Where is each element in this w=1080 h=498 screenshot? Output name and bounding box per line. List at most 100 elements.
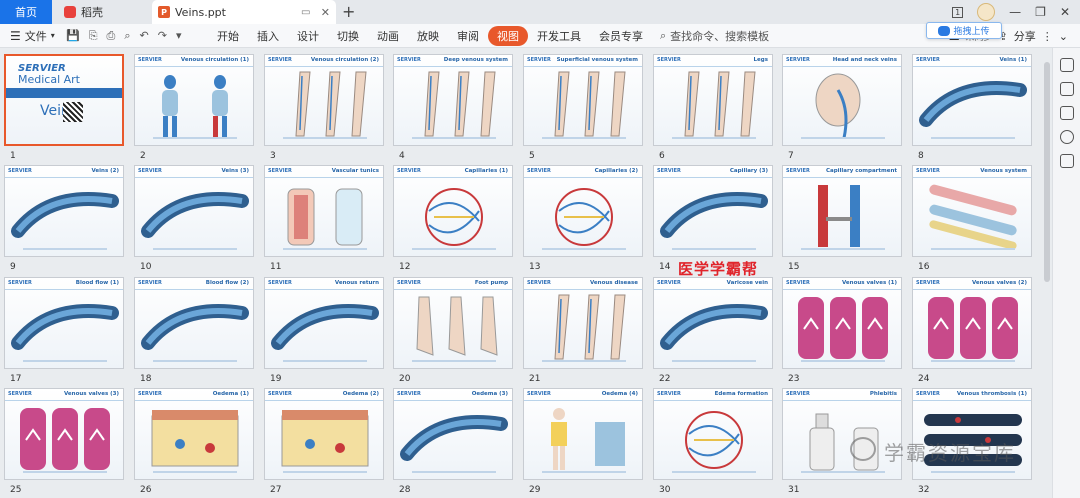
slide-title: Capillaries (2) bbox=[594, 168, 638, 174]
redo-icon[interactable]: ↷ bbox=[158, 29, 167, 43]
slide-number: 27 bbox=[270, 485, 282, 495]
slide-thumbnail[interactable]: SERVIER Venous thrombosis (1) bbox=[912, 388, 1032, 480]
tab-home[interactable]: 首页 bbox=[0, 0, 52, 24]
slide-brand: SERVIER bbox=[397, 168, 421, 174]
slide-thumbnail[interactable]: SERVIER Vascular tunics bbox=[264, 165, 384, 257]
slide-thumbnail[interactable]: SERVIER Venous disease bbox=[523, 277, 643, 369]
slide-thumbnail[interactable]: SERVIER Capillaries (1) bbox=[393, 165, 513, 257]
slide-thumbnail[interactable]: SERVIER Veins (1) bbox=[912, 54, 1032, 146]
slide-thumbnail[interactable]: SERVIER Oedema (2) bbox=[264, 388, 384, 480]
print-icon[interactable]: ⎙ bbox=[107, 29, 116, 43]
slide-thumbnail[interactable]: SERVIER Phlebitis bbox=[782, 388, 902, 480]
ribbon-tab[interactable]: 放映 bbox=[408, 26, 448, 46]
slide-thumbnail[interactable]: SERVIER Veins (3) bbox=[134, 165, 254, 257]
save-icon[interactable]: 💾 bbox=[66, 29, 80, 43]
slide-number: 25 bbox=[10, 485, 22, 495]
help-icon[interactable] bbox=[1059, 130, 1074, 144]
ribbon-tab[interactable]: 开发工具 bbox=[528, 26, 590, 46]
slide-thumbnail[interactable]: SERVIER Capillary compartment bbox=[782, 165, 902, 257]
tab-docer[interactable]: 稻壳 bbox=[56, 0, 148, 24]
slide-thumbnail[interactable]: SERVIER Veins (2) bbox=[4, 165, 124, 257]
sliders-icon[interactable] bbox=[1059, 58, 1074, 72]
ribbon-tab[interactable]: 动画 bbox=[368, 26, 408, 46]
close-window-button[interactable]: ✕ bbox=[1060, 5, 1070, 19]
copy-icon[interactable] bbox=[1059, 106, 1074, 120]
ribbon-tab[interactable]: 切换 bbox=[328, 26, 368, 46]
slide-thumbnail[interactable]: SERVIER Varicose vein bbox=[653, 277, 773, 369]
slide-thumbnail[interactable]: SERVIER Venous return bbox=[264, 277, 384, 369]
ribbon-tab[interactable]: 开始 bbox=[208, 26, 248, 46]
slide-title: Veins (3) bbox=[221, 168, 249, 174]
slide-header: SERVIER Phlebitis bbox=[783, 389, 901, 401]
qr-code-icon bbox=[63, 102, 83, 122]
slide-title: Venous return bbox=[334, 280, 379, 286]
slide-thumbnail[interactable]: SERVIER Blood flow (1) bbox=[4, 277, 124, 369]
ribbon-tab[interactable]: 审阅 bbox=[448, 26, 488, 46]
search-icon: ⌕ bbox=[660, 28, 667, 42]
preview-icon[interactable]: ⌕ bbox=[124, 29, 130, 43]
slide-illustration bbox=[788, 293, 898, 367]
slide-illustration bbox=[10, 293, 120, 367]
slide-thumbnail[interactable]: SERVIER Foot pump bbox=[393, 277, 513, 369]
file-menu[interactable]: ☰ 文件 ▾ bbox=[0, 28, 60, 44]
maximize-button[interactable]: ❐ bbox=[1035, 5, 1046, 19]
slide-thumbnail[interactable]: SERVIER Legs bbox=[653, 54, 773, 146]
ribbon-tab[interactable]: 设计 bbox=[288, 26, 328, 46]
badge-count[interactable]: 1 bbox=[952, 6, 964, 18]
search-input[interactable]: 查找命令、搜索模板 bbox=[670, 28, 769, 44]
slide-thumbnail[interactable]: SERVIER Capillary (3) bbox=[653, 165, 773, 257]
slide-thumbnail[interactable]: SERVIER Venous valves (2) bbox=[912, 277, 1032, 369]
slide-thumbnail[interactable]: SERVIER Oedema (1) bbox=[134, 388, 254, 480]
slide-thumbnail[interactable]: SERVIER Venous valves (3) bbox=[4, 388, 124, 480]
slide-thumbnail[interactable]: SERVIER Capillaries (2) bbox=[523, 165, 643, 257]
slide-title: Venous disease bbox=[589, 280, 638, 286]
slide-title: Capillary (3) bbox=[729, 168, 768, 174]
slide-thumbnail[interactable]: SERVIER Edema formation bbox=[653, 388, 773, 480]
scrollbar-thumb[interactable] bbox=[1044, 62, 1050, 282]
slide-thumbnail[interactable]: SERVIER Superficial venous system bbox=[523, 54, 643, 146]
undo-icon[interactable]: ↶ bbox=[140, 29, 149, 43]
slide-thumbnail[interactable]: SERVIER Head and neck veins bbox=[782, 54, 902, 146]
ribbon-tab[interactable]: 会员专享 bbox=[590, 26, 652, 46]
slide-footer bbox=[931, 471, 1015, 473]
slide-thumbnail[interactable]: SERVIER Blood flow (2) bbox=[134, 277, 254, 369]
slide-thumbnail[interactable]: SERVIER Venous circulation (2) bbox=[264, 54, 384, 146]
slide-title: Venous thrombosis (1) bbox=[956, 391, 1027, 397]
tab-veins-ppt[interactable]: P Veins.ppt ▭ ✕ bbox=[152, 0, 336, 24]
restore-tab-icon[interactable]: ▭ bbox=[301, 7, 310, 18]
slide-illustration bbox=[529, 404, 639, 478]
slide-number: 1 bbox=[10, 151, 16, 161]
export-icon[interactable]: ⎘ bbox=[89, 29, 98, 43]
slide-footer bbox=[153, 471, 237, 473]
settings-icon[interactable] bbox=[1059, 154, 1074, 168]
pin-icon[interactable] bbox=[1059, 82, 1074, 96]
upload-popup[interactable]: 拖拽上传 bbox=[926, 22, 1002, 39]
slide-thumbnail[interactable]: SERVIER Venous circulation (1) bbox=[134, 54, 254, 146]
minimize-button[interactable]: — bbox=[1009, 5, 1021, 19]
chevron-collapse-icon[interactable]: ⌄ bbox=[1059, 30, 1068, 43]
slide-header: SERVIER Veins (3) bbox=[135, 166, 253, 178]
command-search[interactable]: ⌕ 查找命令、搜索模板 bbox=[660, 28, 769, 44]
ribbon-tab[interactable]: 插入 bbox=[248, 26, 288, 46]
slide-thumbnail[interactable]: SERVIER Oedema (4) bbox=[523, 388, 643, 480]
slide-header: SERVIER Venous valves (3) bbox=[5, 389, 123, 401]
slide-number: 26 bbox=[140, 485, 152, 495]
slide-header: SERVIER Capillary compartment bbox=[783, 166, 901, 178]
ribbon-tab[interactable]: 视图 bbox=[488, 25, 528, 46]
slide-thumbnail[interactable]: SERVIER Medical Art Veins bbox=[4, 54, 124, 146]
new-tab-button[interactable]: + bbox=[342, 2, 355, 21]
more-vertical-icon[interactable]: ⋮ bbox=[1042, 30, 1053, 43]
ribbon-toolbar: ☰ 文件 ▾ 💾 ⎘ ⎙ ⌕ ↶ ↷ ▾ 开始 插入 设计 切换 动画 放映 审阅 视图 开发工… bbox=[0, 24, 1080, 48]
slide-thumbnail[interactable]: SERVIER Oedema (3) bbox=[393, 388, 513, 480]
slide-thumbnail[interactable]: SERVIER Venous system bbox=[912, 165, 1032, 257]
avatar[interactable] bbox=[977, 3, 996, 21]
slide-thumbnail[interactable]: SERVIER Venous valves (1) bbox=[782, 277, 902, 369]
close-tab-icon[interactable]: ✕ bbox=[321, 6, 330, 19]
share-button[interactable]: 分享 bbox=[1014, 28, 1036, 44]
slide-title: Edema formation bbox=[714, 391, 768, 397]
more-icon[interactable]: ▾ bbox=[176, 29, 182, 43]
slide-thumbnail[interactable]: SERVIER Deep venous system bbox=[393, 54, 513, 146]
slide-title: Oedema (2) bbox=[342, 391, 379, 397]
slide-footer bbox=[412, 248, 496, 250]
slide-brand: SERVIER bbox=[657, 280, 681, 286]
